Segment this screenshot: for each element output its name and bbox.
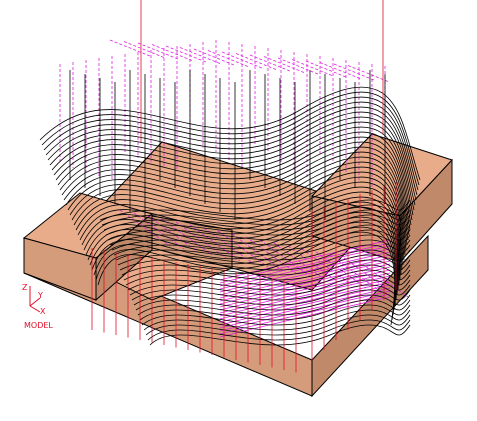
coordinate-triad-icon: Z Y X MODEL — [22, 283, 53, 330]
toolpath-segment — [277, 57, 319, 75]
toolpath-segment — [207, 50, 249, 67]
toolpath-segment — [291, 59, 333, 76]
toolpath-segment — [137, 42, 179, 60]
toolpath-segment — [123, 41, 165, 58]
toolpath-segment — [151, 44, 193, 61]
toolpath-segment — [319, 62, 361, 79]
triad-coord-label: MODEL — [24, 321, 53, 330]
triad-z-label: Z — [22, 283, 28, 292]
toolpath-segment — [249, 54, 291, 72]
toolpath-segment — [179, 47, 221, 64]
toolpath-segment — [193, 48, 235, 66]
toolpath-segment — [263, 56, 305, 73]
toolpath-segment — [333, 63, 375, 81]
toolpath-segment — [305, 60, 347, 78]
toolpath-segment — [347, 65, 389, 82]
toolpath-segment — [165, 45, 207, 63]
triad-x-label: X — [40, 307, 46, 316]
triad-y-label: Y — [37, 291, 43, 300]
cad-viewport[interactable]: Z Y X MODEL — [0, 0, 477, 417]
toolpath-segment — [109, 39, 151, 57]
